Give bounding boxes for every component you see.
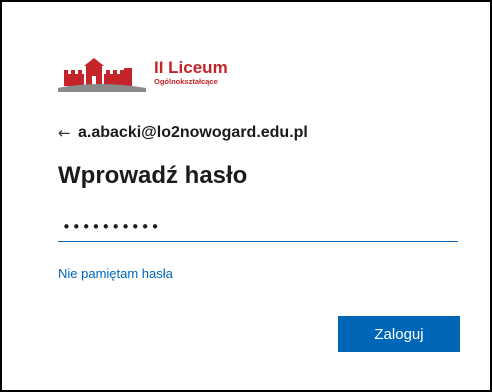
castle-icon — [58, 58, 146, 92]
forgot-password-link[interactable]: Nie pamiętam hasła — [58, 266, 173, 282]
account-email: a.abacki@lo2nowogard.edu.pl — [78, 124, 308, 141]
signin-button[interactable]: Zaloguj — [338, 316, 460, 352]
password-input[interactable] — [58, 212, 458, 242]
back-arrow-icon[interactable]: ← — [58, 122, 78, 144]
logo-title: II Liceum — [154, 58, 228, 77]
window-frame: II Liceum Ogólnokształcące ← a.abacki@lo… — [0, 0, 492, 392]
school-logo: II Liceum Ogólnokształcące — [58, 58, 258, 92]
page-title: Wprowadź hasło — [58, 162, 248, 189]
logo-subtitle: Ogólnokształcące — [154, 77, 218, 86]
signin-card: II Liceum Ogólnokształcące ← a.abacki@lo… — [2, 2, 490, 390]
identity-banner: ← a.abacki@lo2nowogard.edu.pl — [58, 122, 308, 144]
